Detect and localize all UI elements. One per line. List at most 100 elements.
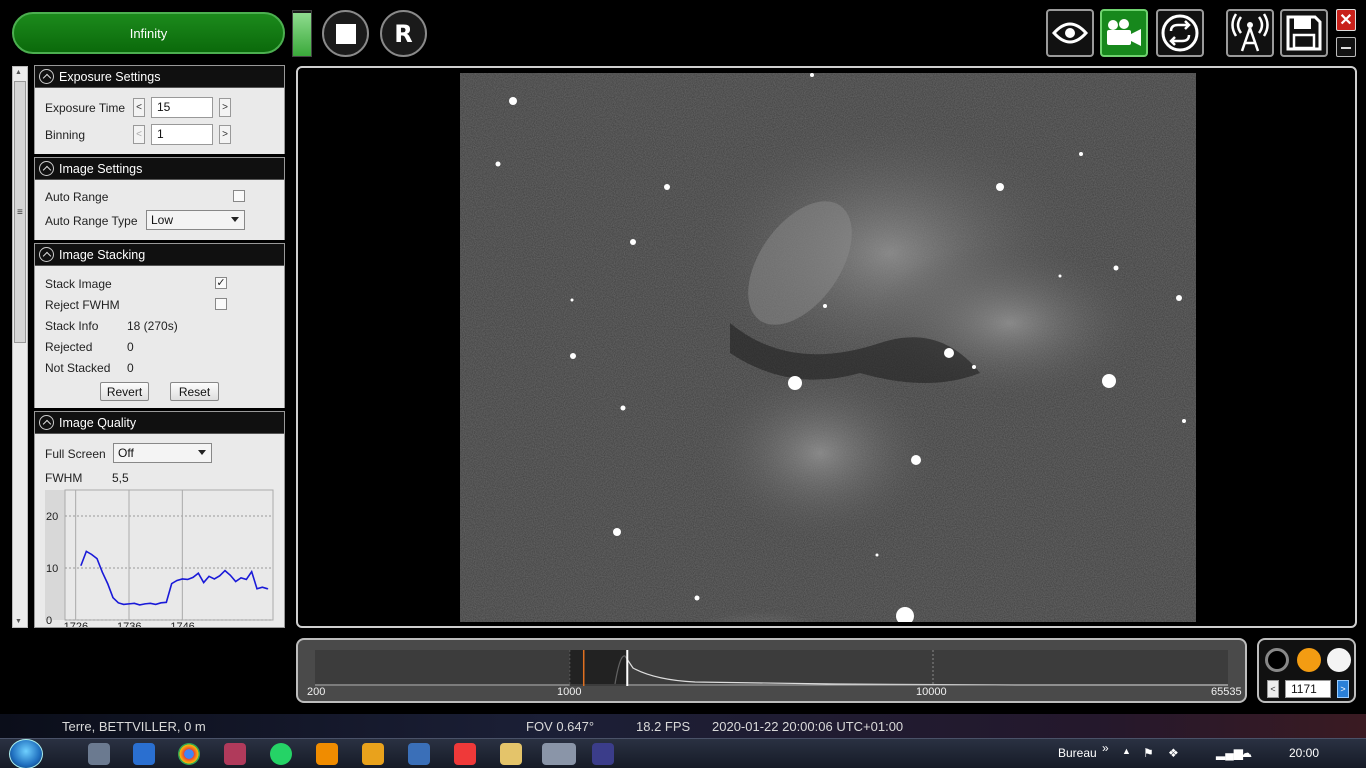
exposure-settings-header[interactable]: Exposure Settings <box>35 66 284 88</box>
stop-icon <box>335 23 356 44</box>
chart-data-point <box>203 581 205 584</box>
image-quality-header[interactable]: Image Quality <box>35 412 284 434</box>
binning-increment[interactable]: > <box>219 125 231 144</box>
exposure-time-input[interactable]: 15 <box>151 97 213 118</box>
collapse-icon[interactable] <box>39 247 54 262</box>
save-button[interactable] <box>1280 9 1328 57</box>
chart-data-point <box>261 586 263 588</box>
white-channel-button[interactable] <box>1327 648 1351 672</box>
collapse-icon[interactable] <box>39 69 54 84</box>
media-player-icon[interactable] <box>362 743 384 765</box>
signal-level-fill <box>293 13 311 56</box>
frame-next-button[interactable]: > <box>1337 680 1349 698</box>
image-stacking-title: Image Stacking <box>59 247 146 262</box>
record-button[interactable]: R <box>380 10 427 57</box>
full-screen-value: Off <box>118 446 134 460</box>
binning-input[interactable]: 1 <box>151 124 213 145</box>
chart-data-point <box>219 575 221 577</box>
frame-prev-button[interactable]: < <box>1267 680 1279 698</box>
close-button[interactable]: ✕ <box>1336 9 1356 31</box>
clock[interactable]: 20:00 <box>1289 746 1319 760</box>
profile-button[interactable]: Infinity <box>12 12 285 54</box>
cloud-icon[interactable]: ☁ <box>1240 746 1252 760</box>
reject-fwhm-checkbox[interactable] <box>215 298 227 310</box>
chrome-icon[interactable] <box>178 743 200 765</box>
left-panel-scrollbar[interactable]: ▲ ≡ ▼ <box>12 66 28 628</box>
document-icon[interactable] <box>408 743 430 765</box>
image-settings-section: Image Settings Auto Range Auto Range Typ… <box>34 157 285 240</box>
binning-label: Binning <box>45 128 86 142</box>
exposure-time-label: Exposure Time <box>45 101 126 115</box>
stop-button[interactable] <box>322 10 369 57</box>
scrollbar-thumb[interactable]: ≡ <box>14 81 26 343</box>
chart-data-point <box>96 558 98 560</box>
exposure-time-decrement[interactable]: < <box>133 98 145 117</box>
histogram-panel[interactable]: 200 1000 10000 65535 <box>296 638 1247 703</box>
full-screen-select[interactable]: Off <box>113 443 212 463</box>
bureau-toolbar-label[interactable]: Bureau <box>1058 746 1097 760</box>
tray-expand-icon[interactable]: ▲ <box>1122 746 1131 756</box>
network-icon[interactable]: ▂▄▆ <box>1216 746 1243 760</box>
chart-data-point <box>192 576 194 578</box>
sharpcap-taskbar-icon[interactable] <box>542 743 576 765</box>
stellarium-icon[interactable] <box>592 743 614 765</box>
histogram-chart[interactable] <box>315 650 1228 686</box>
collapse-icon[interactable] <box>39 415 54 430</box>
orange-channel-button[interactable] <box>1297 648 1321 672</box>
broadcast-button[interactable] <box>1226 9 1274 57</box>
status-fov: FOV 0.647° <box>526 719 595 734</box>
loop-button[interactable] <box>1156 9 1204 57</box>
minimize-button[interactable] <box>1336 37 1356 57</box>
scroll-down-icon[interactable]: ▼ <box>15 618 22 625</box>
revert-button[interactable]: Revert <box>100 382 149 401</box>
flag-icon[interactable]: ⚑ <box>1143 746 1154 760</box>
chart-data-point <box>251 571 253 573</box>
floppy-disk-icon <box>1286 15 1322 51</box>
reset-button[interactable]: Reset <box>170 382 219 401</box>
whatsapp-icon[interactable] <box>270 743 292 765</box>
chart-ytick-label: 20 <box>46 511 58 523</box>
histogram-min-label: 200 <box>307 686 326 698</box>
app-icon[interactable] <box>224 743 246 765</box>
start-button[interactable] <box>9 739 43 768</box>
chart-xtick-label: 1736 <box>117 621 141 628</box>
histogram-range-window[interactable] <box>569 650 628 686</box>
auto-range-checkbox[interactable] <box>233 190 245 202</box>
not-stacked-value: 0 <box>127 361 134 375</box>
explorer-folder-icon[interactable] <box>500 743 522 765</box>
exposure-time-increment[interactable]: > <box>219 98 231 117</box>
image-quality-section: Image Quality Full Screen Off FWHM 5,5 0… <box>34 411 285 628</box>
scroll-up-icon[interactable]: ▲ <box>15 69 22 76</box>
stack-image-label: Stack Image <box>45 277 112 291</box>
chart-xtick-label: 1726 <box>64 621 88 628</box>
auto-range-type-label: Auto Range Type <box>45 214 138 228</box>
histogram-tick-10000: 10000 <box>916 686 947 698</box>
chevron-down-icon <box>231 217 239 222</box>
grip-icon: ≡ <box>17 207 23 218</box>
bluetooth-icon[interactable] <box>133 743 155 765</box>
chart-margin-band <box>45 490 65 620</box>
view-button[interactable] <box>1046 9 1094 57</box>
auto-range-type-select[interactable]: Low <box>146 210 245 230</box>
image-settings-header[interactable]: Image Settings <box>35 158 284 180</box>
chart-data-point <box>123 603 125 605</box>
frame-number-input[interactable]: 1171 <box>1285 680 1331 698</box>
stack-image-checkbox[interactable]: ✓ <box>215 277 227 289</box>
full-screen-label: Full Screen <box>45 447 106 461</box>
antenna-icon <box>1231 13 1269 52</box>
rejected-label: Rejected <box>45 340 93 354</box>
black-channel-button[interactable] <box>1265 648 1289 672</box>
chart-data-point <box>139 604 141 606</box>
image-viewer[interactable] <box>296 66 1357 628</box>
chart-data-point <box>160 602 162 604</box>
auto-range-type-value: Low <box>151 213 174 227</box>
vlc-icon[interactable] <box>316 743 338 765</box>
collapse-icon[interactable] <box>39 161 54 176</box>
camera-button[interactable] <box>1100 9 1148 57</box>
image-stacking-header[interactable]: Image Stacking <box>35 244 284 266</box>
toolbar-chevron[interactable]: » <box>1102 741 1109 755</box>
binning-decrement[interactable]: < <box>133 125 145 144</box>
dropbox-icon[interactable]: ❖ <box>1168 746 1179 760</box>
vivaldi-icon[interactable] <box>454 743 476 765</box>
devices-icon[interactable] <box>88 743 110 765</box>
